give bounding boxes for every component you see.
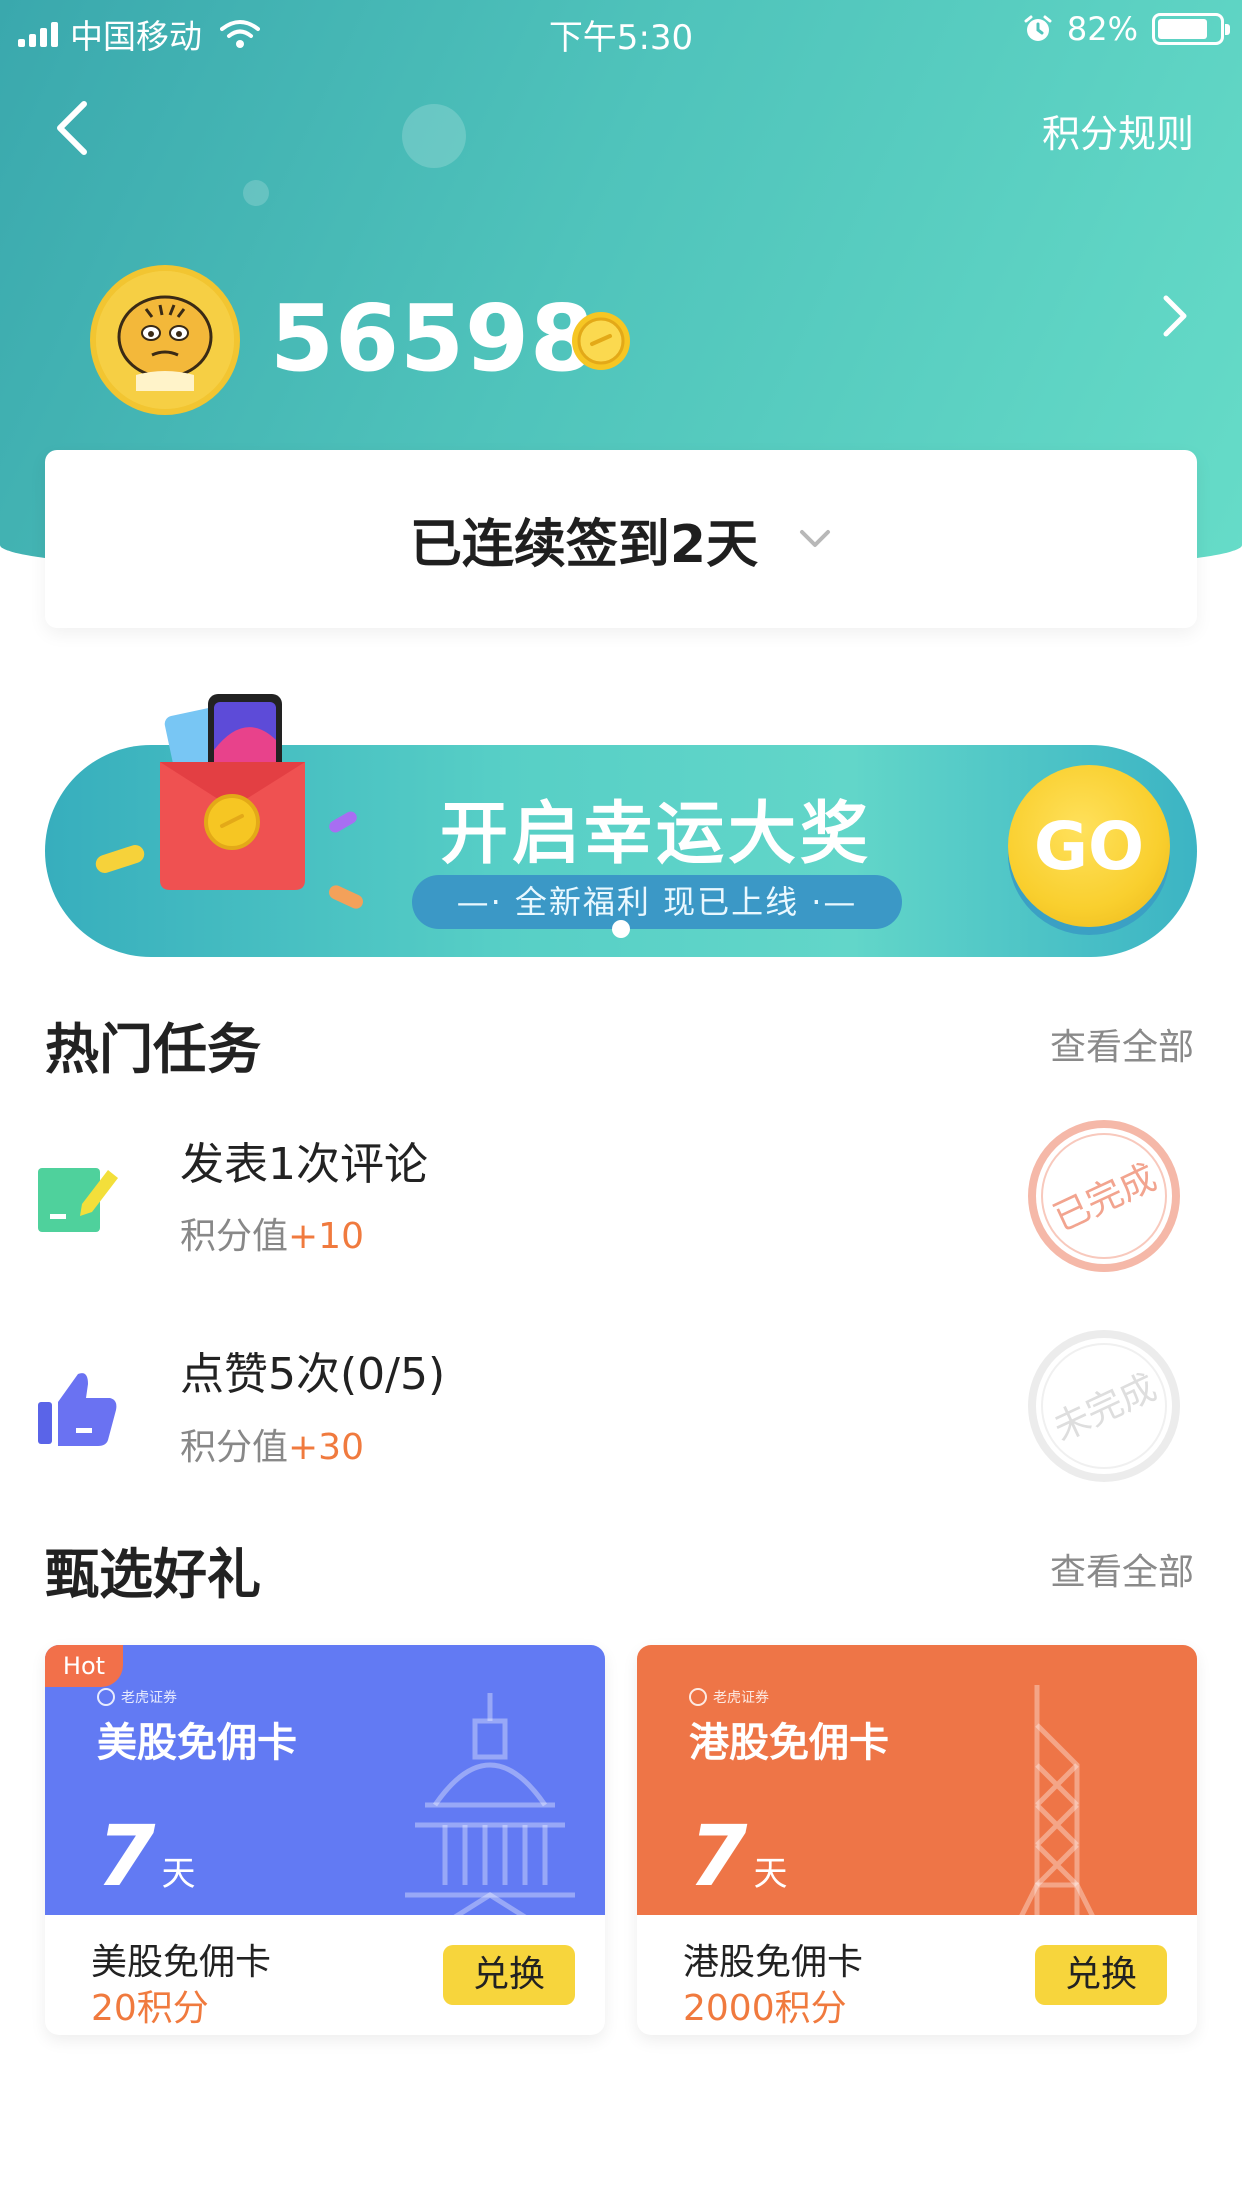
alarm-icon	[1024, 15, 1052, 41]
gift-card-cover: 老虎证券 港股免佣卡 7天	[637, 1645, 1197, 1915]
redeem-button[interactable]: 兑换	[1035, 1945, 1167, 2005]
gift-cost: 20积分	[91, 1988, 209, 2029]
gift-card-hk[interactable]: 老虎证券 港股免佣卡 7天 港股免佣卡 2000积分 兑换	[637, 1645, 1197, 2035]
back-button[interactable]	[48, 96, 98, 160]
brand-logo: 老虎证券	[689, 1687, 769, 1707]
gift-card-footer: 港股免佣卡 2000积分 兑换	[637, 1915, 1197, 2035]
stamp-text: 未完成	[1047, 1367, 1162, 1450]
incomplete-stamp: 未完成	[1028, 1330, 1180, 1482]
days-number: 7	[97, 1807, 156, 1905]
task-points-label: 积分值	[180, 1216, 289, 1257]
banner-subtitle: —· 全新福利 现已上线 ·—	[412, 875, 902, 929]
gift-card-us[interactable]: Hot 老虎证券 美股免佣卡 7天 美股免佣卡 20积分 兑换	[45, 1645, 605, 2035]
points-detail-chevron[interactable]	[1156, 290, 1192, 342]
coin-icon	[572, 312, 630, 370]
brand-mark-icon	[97, 1688, 115, 1706]
task-points: 积分值+10	[180, 1207, 364, 1259]
days-unit: 天	[753, 1854, 788, 1894]
chevron-right-icon	[1163, 295, 1187, 337]
tower-building-icon	[1019, 1685, 1095, 1915]
stamp-text: 已完成	[1047, 1157, 1162, 1240]
gift-cost: 2000积分	[683, 1988, 847, 2029]
hot-badge: Hot	[45, 1645, 123, 1687]
days-unit: 天	[161, 1854, 196, 1894]
red-packet-icon	[95, 694, 363, 909]
gift-card-name: 美股免佣卡	[97, 1720, 297, 1766]
gift-card-name: 港股免佣卡	[689, 1720, 889, 1766]
redeem-button[interactable]: 兑换	[443, 1945, 575, 2005]
chevron-left-icon	[57, 101, 87, 155]
task-points-value: +30	[288, 1427, 364, 1468]
status-right: 82%	[1023, 10, 1230, 48]
gift-card-days: 7天	[97, 1807, 195, 1905]
gifts-title: 甄选好礼	[45, 1543, 261, 1606]
thumbs-up-icon	[38, 1373, 117, 1446]
gift-card-days: 7天	[689, 1807, 787, 1905]
task-title: 点赞5次(0/5)	[180, 1349, 446, 1400]
banner-title: 开启幸运大奖	[440, 795, 873, 874]
brand-logo: 老虎证券	[97, 1687, 177, 1707]
decor-bubble	[243, 180, 269, 206]
status-bar: 中国移动 下午5:30 82%	[0, 0, 1242, 60]
decor-bubble	[402, 104, 466, 168]
gift-card-cover: Hot 老虎证券 美股免佣卡 7天	[45, 1645, 605, 1915]
gift-title: 港股免佣卡	[683, 1942, 864, 1983]
gift-title: 美股免佣卡	[91, 1942, 272, 1983]
gift-card-footer: 美股免佣卡 20积分 兑换	[45, 1915, 605, 2035]
carousel-indicator	[612, 920, 630, 938]
go-button[interactable]: GO	[1008, 765, 1170, 927]
brand-mark-icon	[689, 1688, 707, 1706]
brand-name: 老虎证券	[121, 1690, 177, 1706]
tiger-avatar-icon	[96, 271, 234, 409]
points-rules-link[interactable]: 积分规则	[1042, 103, 1194, 158]
checkin-streak-label: 已连续签到2天	[409, 514, 759, 575]
brand-name: 老虎证券	[713, 1690, 769, 1706]
chevron-down-icon[interactable]	[798, 528, 832, 550]
task-title: 发表1次评论	[180, 1139, 428, 1190]
avatar[interactable]	[90, 265, 240, 415]
checkin-card[interactable]: 已连续签到2天	[45, 450, 1197, 628]
points-total: 56598	[270, 285, 596, 392]
completed-stamp: 已完成	[1028, 1120, 1180, 1272]
task-points: 积分值+30	[180, 1418, 364, 1470]
capitol-building-icon	[405, 1693, 575, 1915]
battery-percent: 82%	[1066, 10, 1138, 48]
hot-tasks-title: 热门任务	[45, 1018, 261, 1081]
edit-note-icon	[38, 1168, 118, 1232]
task-points-value: +10	[288, 1216, 364, 1257]
hot-tasks-see-all-link[interactable]: 查看全部	[1050, 1018, 1194, 1070]
gifts-see-all-link[interactable]: 查看全部	[1050, 1543, 1194, 1595]
task-points-label: 积分值	[180, 1427, 289, 1468]
days-number: 7	[689, 1807, 748, 1905]
battery-icon	[1152, 13, 1230, 45]
